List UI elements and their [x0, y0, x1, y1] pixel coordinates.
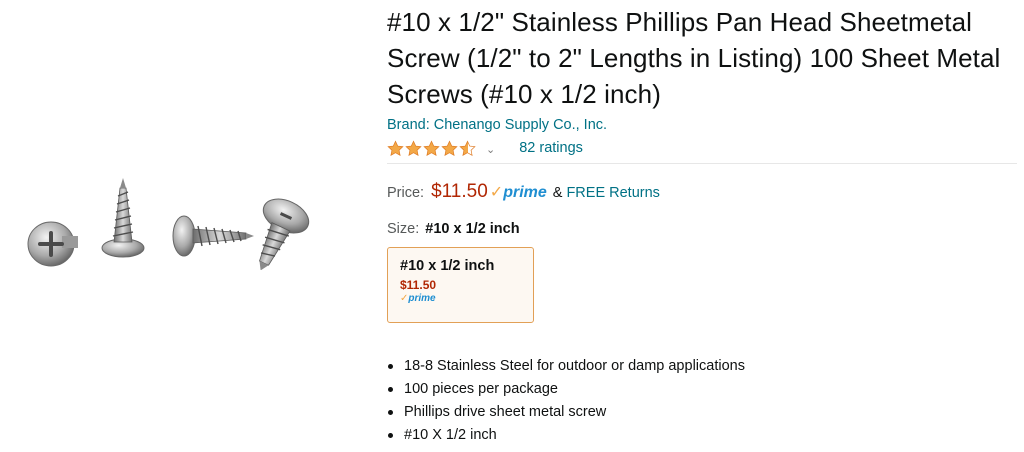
screw-tilted — [259, 198, 310, 270]
screw-horizontal — [172, 215, 254, 257]
list-item: Phillips drive sheet metal screw — [387, 401, 745, 424]
list-item: 18-8 Stainless Steel for outdoor or damp… — [387, 355, 745, 378]
prime-label: prime — [408, 293, 436, 304]
price-label: Price: — [387, 185, 425, 201]
prime-label: prime — [503, 184, 547, 201]
star-half-icon — [459, 139, 476, 156]
star-full-icon — [387, 139, 404, 156]
rating-row: ⌄ 82 ratings — [387, 136, 1017, 160]
screw-vertical — [101, 178, 145, 258]
size-option-price: $11.50 — [400, 278, 437, 292]
product-details: #10 x 1/2" Stainless Phillips Pan Head S… — [387, 4, 1017, 443]
prime-badge-icon: ✓prime — [400, 293, 521, 304]
price-row: Price: $11.50 ✓prime & FREE Returns — [387, 181, 1017, 209]
list-item: 100 pieces per package — [387, 378, 745, 401]
product-title: #10 x 1/2" Stainless Phillips Pan Head S… — [387, 7, 1001, 109]
prime-badge-icon: ✓prime — [488, 182, 547, 202]
size-selector-label: Size: #10 x 1/2 inch — [387, 221, 1017, 243]
price-value: $11.50 — [431, 181, 488, 202]
size-selected-value: #10 x 1/2 inch — [425, 221, 520, 237]
brand-link[interactable]: Brand: Chenango Supply Co., Inc. — [387, 115, 1017, 135]
screw-head-front — [27, 221, 78, 267]
feature-bullets: 18-8 Stainless Steel for outdoor or damp… — [387, 355, 745, 447]
product-image[interactable] — [18, 170, 318, 270]
size-option-tile[interactable]: #10 x 1/2 inch $11.50 ✓prime — [387, 247, 534, 323]
prime-check-icon: ✓ — [489, 184, 504, 201]
free-returns-link[interactable]: FREE Returns — [566, 185, 659, 201]
star-rating[interactable] — [387, 139, 476, 157]
returns-ampersand: & — [552, 185, 563, 201]
star-full-icon — [405, 139, 422, 156]
size-label: Size: — [387, 221, 420, 237]
size-option-name: #10 x 1/2 inch — [400, 258, 495, 274]
star-full-icon — [441, 139, 458, 156]
list-item: #10 X 1/2 inch — [387, 424, 745, 447]
ratings-count-link[interactable]: 82 ratings — [519, 140, 583, 156]
product-image-area[interactable] — [0, 0, 360, 452]
divider — [387, 163, 1017, 164]
star-full-icon — [423, 139, 440, 156]
chevron-down-icon[interactable]: ⌄ — [486, 143, 495, 156]
